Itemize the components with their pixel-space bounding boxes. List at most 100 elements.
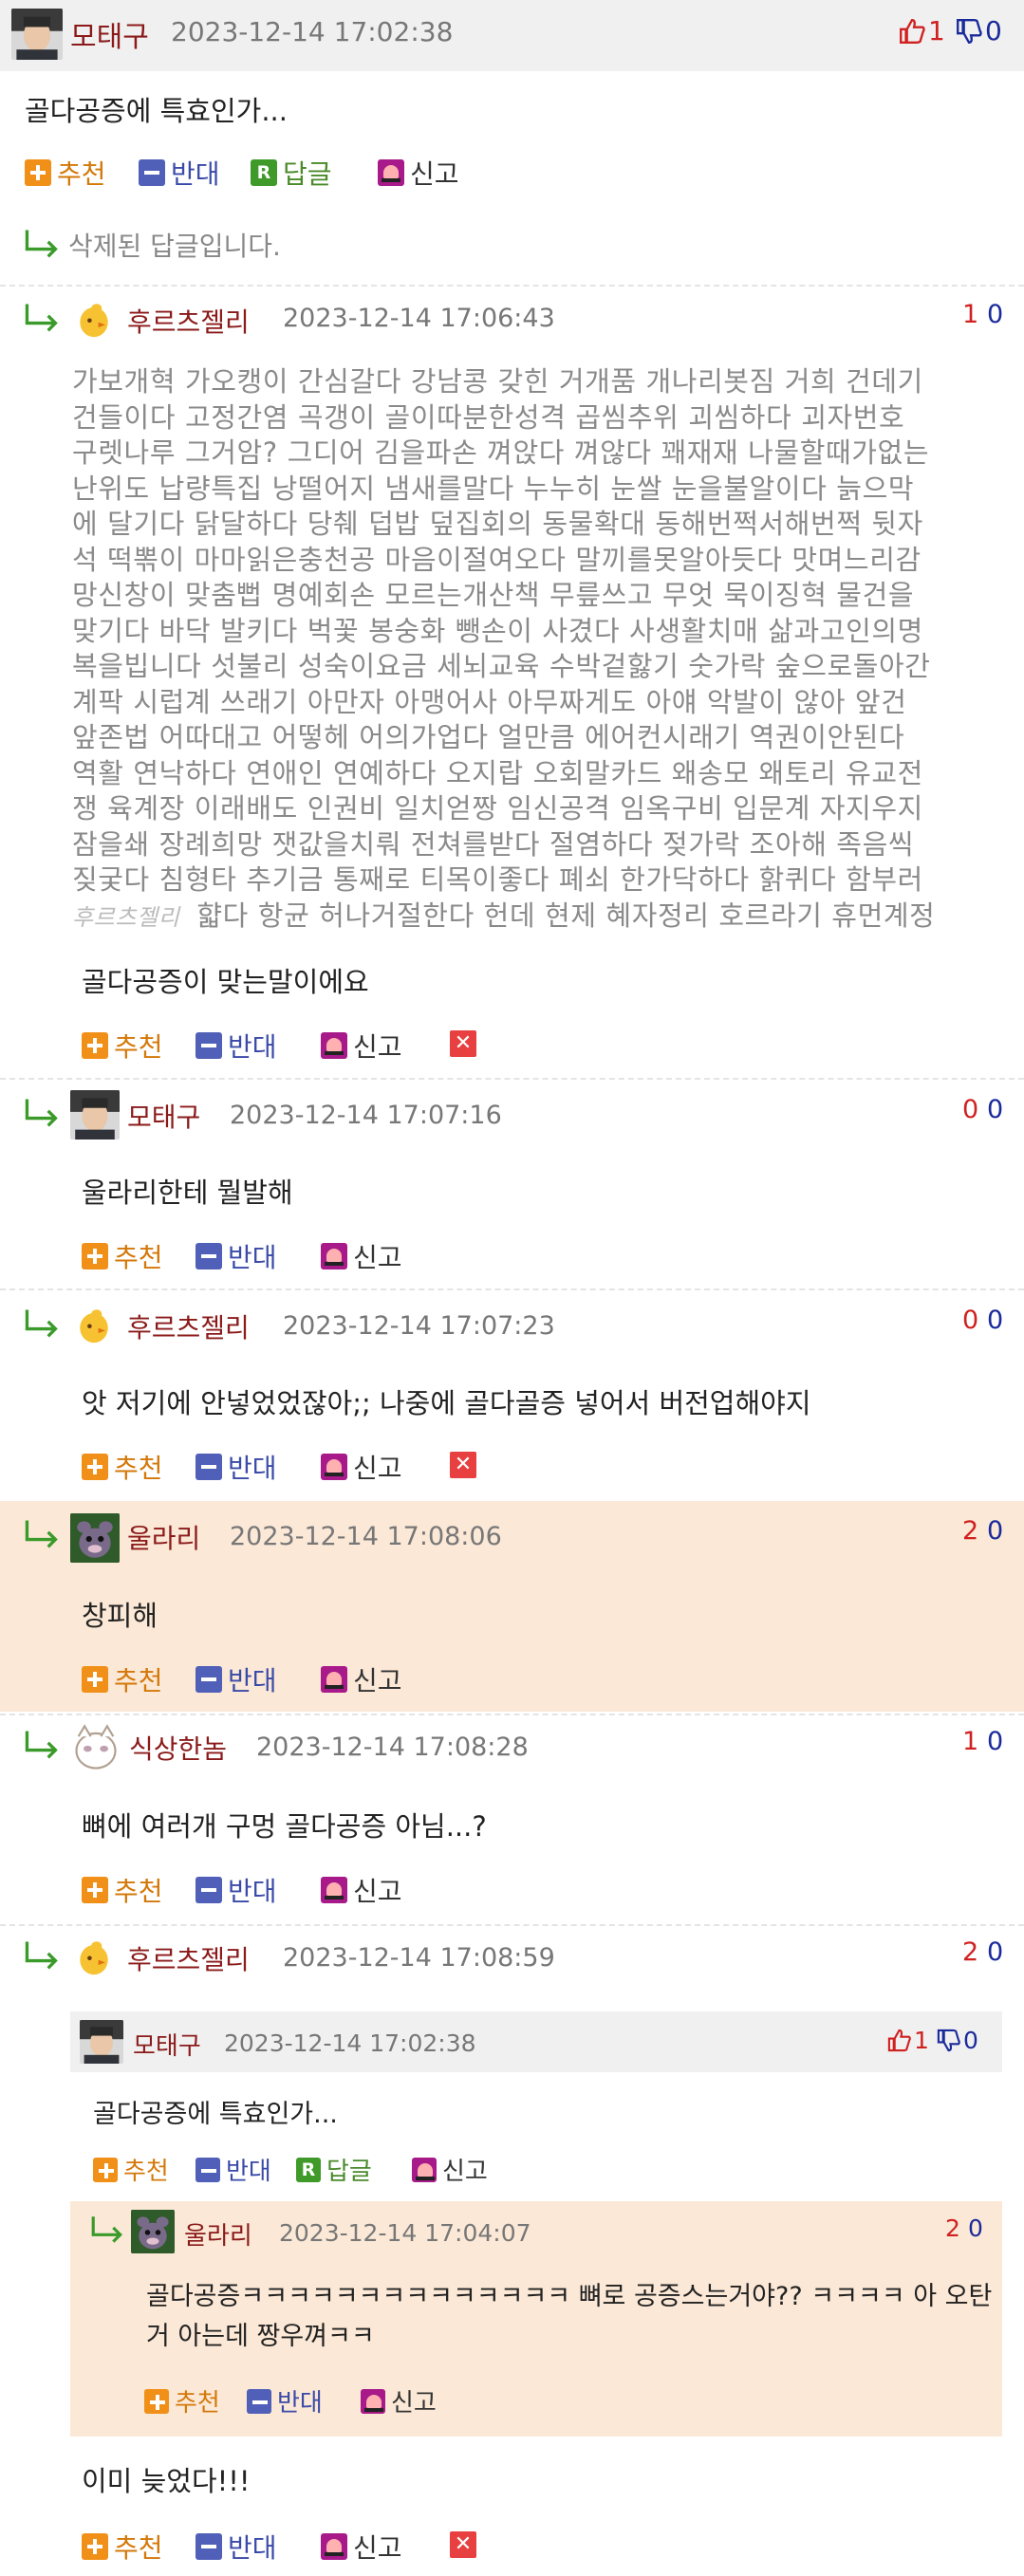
report-button[interactable]: 신고 (321, 1027, 402, 1065)
plus-icon (25, 159, 51, 186)
avatar[interactable] (70, 1089, 120, 1140)
upvote-count[interactable]: 1 (962, 300, 978, 329)
delete-icon[interactable]: ✕ (450, 1452, 476, 1478)
author-name[interactable]: 후르츠젤리 (127, 1307, 250, 1345)
upvote-count[interactable]: 2 (962, 1937, 978, 1967)
oppose-label: 반대 (228, 2532, 277, 2564)
author-name[interactable]: 모태구 (127, 1097, 200, 1135)
delete-icon[interactable]: ✕ (450, 1030, 476, 1057)
dislike-button[interactable]: 0 (955, 15, 1002, 46)
text-line: 난위도 납량특집 낭떨어지 냄새를말다 누누히 눈쌀 눈을불알이다 늙으막 (72, 472, 915, 505)
upvote-count[interactable]: 0 (962, 1095, 978, 1124)
recommend-button[interactable]: 추천 (82, 1027, 163, 1065)
report-button[interactable]: 신고 (361, 2383, 437, 2418)
report-label: 신고 (353, 1876, 402, 1907)
siren-icon (321, 1032, 347, 1059)
plus-icon (82, 1454, 108, 1480)
downvote-count[interactable]: 0 (987, 1095, 1003, 1124)
avatar[interactable] (70, 1512, 120, 1564)
author-name[interactable]: 울라리 (127, 1518, 200, 1556)
avatar[interactable] (72, 1300, 116, 1347)
avatar[interactable] (11, 8, 63, 61)
upvote-count[interactable]: 1 (962, 1727, 978, 1756)
comment-date: 2023-12-14 17:08:28 (256, 1733, 529, 1762)
author-name[interactable]: 울라리 (184, 2216, 252, 2252)
like-button[interactable]: 1 (898, 15, 945, 46)
text-line: 석 떡뽂이 마마읽은충천공 마음이절여오다 말끼를못알아듯다 맛며느리감 (72, 543, 922, 576)
comment-text: 창피해 (82, 1600, 158, 1632)
recommend-label: 추천 (114, 1242, 163, 1273)
comment-date: 2023-12-14 17:06:43 (283, 304, 555, 333)
report-button[interactable]: 신고 (321, 1660, 402, 1698)
siren-icon (321, 1454, 347, 1480)
text-line-end: 햛다 항균 허나거절한다 헌데 현제 혜자정리 호르라기 휴먼계정 (196, 899, 936, 932)
comment-text: 뼈에 여러개 구멍 골다공증 아님...? (82, 1810, 487, 1843)
dislike-button[interactable]: 0 (936, 2027, 978, 2054)
avatar[interactable] (80, 2019, 123, 2065)
author-name[interactable]: 식상한놈 (129, 1729, 227, 1767)
author-name[interactable]: 후르츠젤리 (127, 302, 250, 340)
avatar[interactable] (131, 2209, 175, 2254)
minus-icon (247, 2388, 271, 2414)
report-label: 신고 (353, 2532, 402, 2564)
oppose-button[interactable]: 반대 (195, 2528, 277, 2566)
oppose-button[interactable]: 반대 (247, 2383, 323, 2418)
recommend-button[interactable]: 추천 (82, 1237, 163, 1275)
downvote-count[interactable]: 0 (987, 1306, 1003, 1335)
oppose-button[interactable]: 반대 (195, 1448, 277, 1486)
oppose-label: 반대 (228, 1242, 277, 1273)
report-button[interactable]: 신고 (412, 2152, 488, 2187)
comment-date: 2023-12-14 17:08:59 (283, 1943, 555, 1973)
downvote-count[interactable]: 0 (987, 1516, 1003, 1546)
recommend-button[interactable]: 추천 (82, 1871, 163, 1909)
upvote-count[interactable]: 0 (962, 1306, 978, 1335)
oppose-button[interactable]: 반대 (139, 154, 220, 192)
recommend-label: 추천 (123, 2158, 169, 2186)
author-name[interactable]: 모태구 (70, 13, 149, 55)
recommend-button[interactable]: 추천 (82, 1448, 163, 1486)
reply-button[interactable]: R 답글 (296, 2152, 372, 2187)
recommend-button[interactable]: 추천 (93, 2152, 169, 2187)
upvote-count[interactable]: 2 (962, 1516, 978, 1546)
upvote-count[interactable]: 2 (945, 2215, 960, 2242)
recommend-button[interactable]: 추천 (82, 1660, 163, 1698)
downvote-count[interactable]: 0 (987, 1937, 1003, 1967)
siren-icon (412, 2157, 437, 2182)
avatar[interactable] (72, 294, 116, 342)
oppose-button[interactable]: 반대 (195, 2152, 271, 2187)
downvote-count[interactable]: 0 (968, 2215, 983, 2242)
recommend-button[interactable]: 추천 (82, 2528, 163, 2566)
report-button[interactable]: 신고 (321, 1448, 402, 1486)
oppose-label: 반대 (228, 1453, 277, 1484)
recommend-label: 추천 (114, 1665, 163, 1696)
divider (0, 1714, 1024, 1715)
recommend-button[interactable]: 추천 (25, 154, 106, 192)
author-name[interactable]: 후르츠젤리 (127, 1939, 250, 1977)
reply-label: 답글 (283, 158, 332, 190)
oppose-button[interactable]: 반대 (195, 1871, 277, 1909)
delete-icon[interactable]: ✕ (450, 2531, 476, 2558)
downvote-count[interactable]: 0 (987, 1727, 1003, 1756)
comment-date: 2023-12-14 17:07:16 (230, 1101, 502, 1130)
avatar[interactable] (70, 1721, 121, 1774)
oppose-button[interactable]: 반대 (195, 1237, 277, 1275)
oppose-button[interactable]: 반대 (195, 1660, 277, 1698)
recommend-button[interactable]: 추천 (144, 2383, 220, 2418)
avatar[interactable] (72, 1932, 116, 1979)
like-button[interactable]: 1 (886, 2027, 929, 2054)
report-button[interactable]: 신고 (378, 154, 459, 192)
reply-button[interactable]: R 답글 (251, 154, 332, 192)
text-line: 맞기다 바닥 발키다 벅꽃 봉숭화 뺑손이 사겼다 사생활치매 삶과고인의명 (72, 614, 923, 647)
downvote-count[interactable]: 0 (987, 300, 1003, 329)
report-button[interactable]: 신고 (321, 2528, 402, 2566)
report-button[interactable]: 신고 (321, 1871, 402, 1909)
report-button[interactable]: 신고 (321, 1237, 402, 1275)
minus-icon (195, 1877, 222, 1903)
oppose-label: 반대 (228, 1876, 277, 1907)
siren-icon (378, 159, 404, 186)
oppose-label: 반대 (277, 2389, 323, 2418)
siren-icon (321, 1666, 347, 1693)
author-name[interactable]: 모태구 (133, 2027, 201, 2062)
oppose-button[interactable]: 반대 (195, 1027, 277, 1065)
text-line: 구렛나루 그거암? 그디어 김을파손 껴앉다 껴않다 꽤재재 나물할때가없는 (72, 436, 930, 469)
